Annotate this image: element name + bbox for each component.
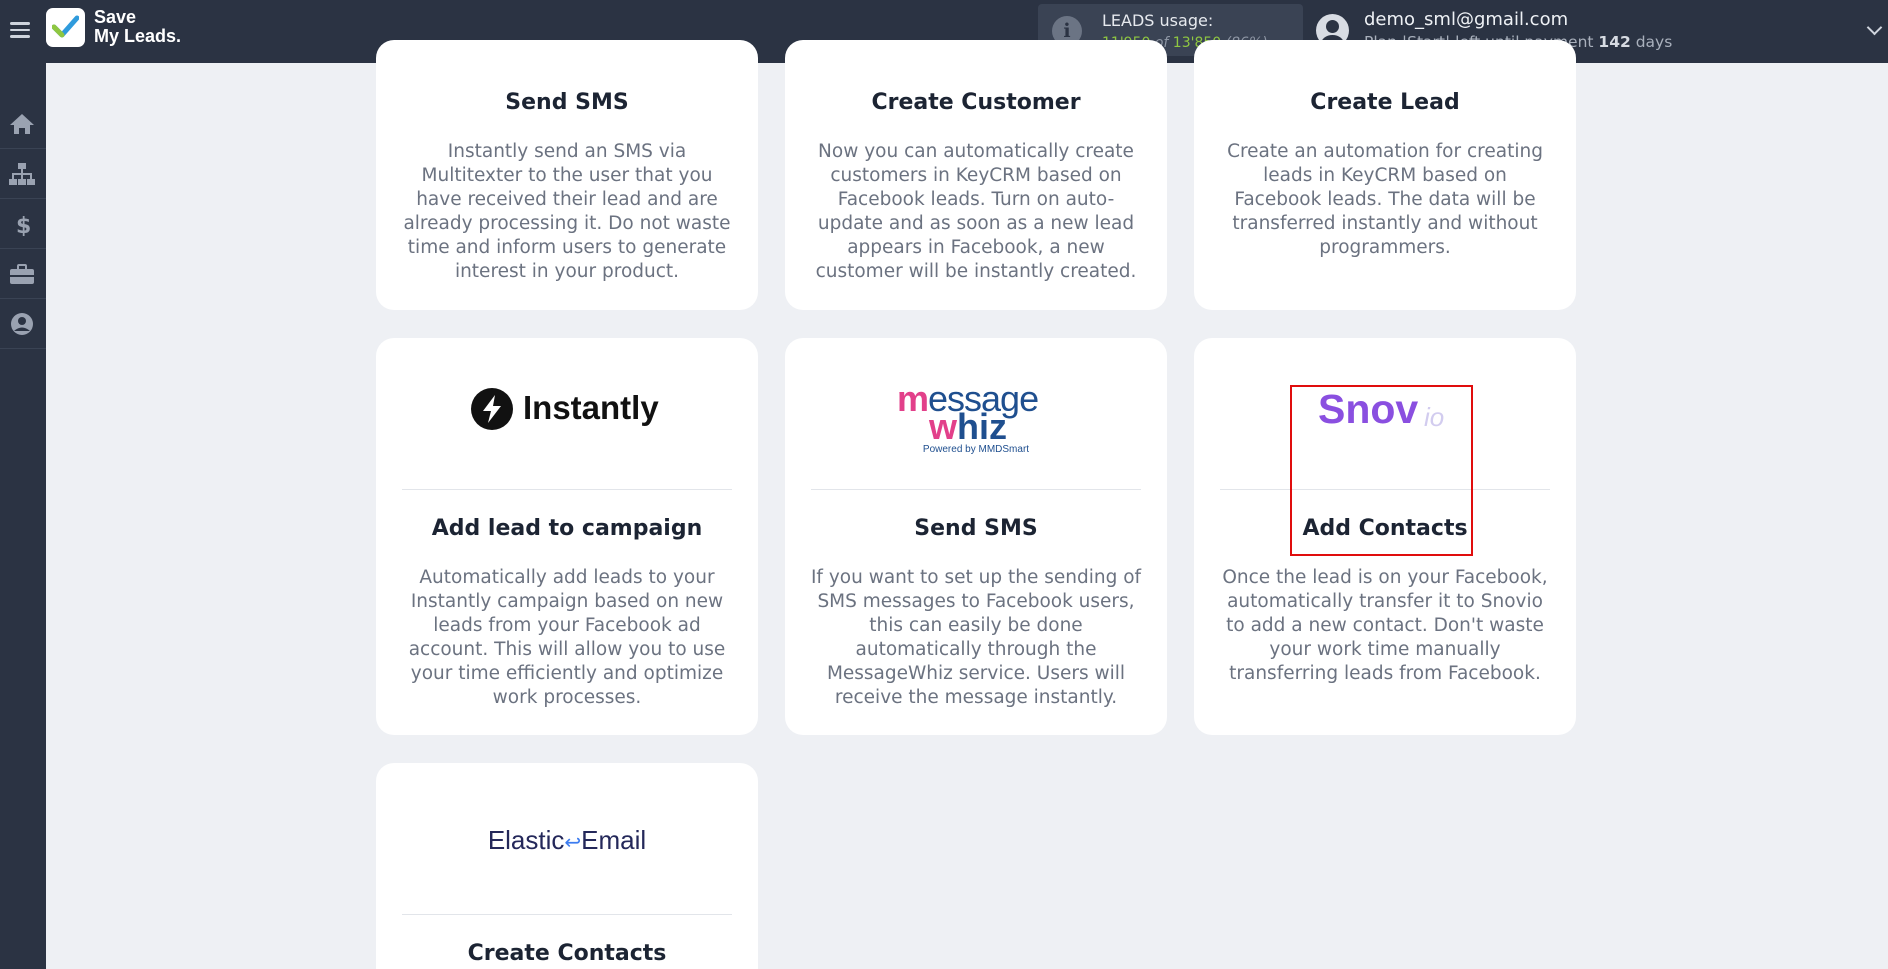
card-description: If you want to set up the sending of SMS… xyxy=(810,567,1142,708)
card-title: Create Contacts xyxy=(467,941,667,966)
sidebar-item-connections[interactable] xyxy=(0,149,46,199)
chevron-down-icon[interactable] xyxy=(1866,19,1883,36)
card-add-lead-to-campaign[interactable]: Instantly Add lead to campaign Automatic… xyxy=(376,338,758,735)
link-arrow-icon: ↩ xyxy=(564,832,582,854)
logo-m: m xyxy=(897,378,929,419)
card-divider xyxy=(402,489,732,490)
sidebar: $ xyxy=(0,63,46,969)
card-divider xyxy=(1220,489,1550,490)
dollar-icon: $ xyxy=(16,214,31,236)
card-create-lead[interactable]: Create Lead Create an automation for cre… xyxy=(1194,40,1576,310)
card-title: Add Contacts xyxy=(1302,516,1468,541)
card-title: Create Customer xyxy=(871,90,1081,115)
user-circle-icon xyxy=(11,313,33,335)
plan-days: 142 xyxy=(1598,33,1631,51)
logo-w: w xyxy=(929,406,958,447)
user-email[interactable]: demo_sml@gmail.com xyxy=(1364,9,1568,30)
card-create-customer[interactable]: Create Customer Now you can automaticall… xyxy=(785,40,1167,310)
logo-text[interactable]: Save My Leads. xyxy=(94,8,181,46)
card-title: Send SMS xyxy=(914,516,1038,541)
card-create-contacts-elastic-email[interactable]: Elastic↩Email Create Contacts xyxy=(376,763,758,969)
sitemap-icon xyxy=(9,163,35,185)
card-divider xyxy=(402,914,732,915)
sidebar-item-home[interactable] xyxy=(0,99,46,149)
card-send-sms-multitexter[interactable]: Send SMS Instantly send an SMS via Multi… xyxy=(376,40,758,310)
logo-line2: My Leads. xyxy=(94,26,182,46)
card-description: Once the lead is on your Facebook, autom… xyxy=(1222,567,1548,684)
elastic-logo-right: Email xyxy=(581,825,647,855)
card-add-contacts-snovio[interactable]: Snov io Add Contacts Once the lead is on… xyxy=(1194,338,1576,735)
svg-text:$: $ xyxy=(16,214,31,236)
logo-line1: Save xyxy=(94,7,137,27)
sidebar-item-tools[interactable] xyxy=(0,249,46,299)
elastic-logo-left: Elastic xyxy=(487,825,565,855)
card-description: Now you can automatically create custome… xyxy=(815,141,1137,282)
home-icon xyxy=(10,114,34,134)
usage-title: LEADS usage: xyxy=(1102,11,1214,30)
card-send-sms-messagewhiz[interactable]: message whiz Powered by MMDSmart Send SM… xyxy=(785,338,1167,735)
instantly-logo: Instantly xyxy=(376,384,758,434)
menu-icon[interactable] xyxy=(10,18,30,40)
elastic-email-logo: Elastic↩Email xyxy=(376,825,758,865)
logo-icon[interactable] xyxy=(46,8,85,47)
plan-days-suffix: days xyxy=(1635,33,1673,51)
card-title: Create Lead xyxy=(1310,90,1460,115)
messagewhiz-logo: message whiz Powered by MMDSmart xyxy=(785,372,1167,455)
logo-hiz: hiz xyxy=(957,406,1008,447)
sidebar-item-account[interactable] xyxy=(0,299,46,349)
instantly-logo-text: Instantly xyxy=(523,389,659,426)
card-description: Automatically add leads to your Instantl… xyxy=(408,567,726,708)
lightning-icon xyxy=(471,388,513,430)
snovio-logo-main: Snov xyxy=(1318,386,1419,432)
card-title: Add lead to campaign xyxy=(431,516,703,541)
card-title: Send SMS xyxy=(505,90,629,115)
briefcase-icon xyxy=(10,264,34,284)
snovio-logo-suffix: io xyxy=(1424,402,1445,432)
sidebar-item-billing[interactable]: $ xyxy=(0,199,46,249)
card-description: Instantly send an SMS via Multitexter to… xyxy=(403,141,731,282)
card-divider xyxy=(811,489,1141,490)
logo-powered-by: Powered by MMDSmart xyxy=(922,444,1030,455)
card-description: Create an automation for creating leads … xyxy=(1227,141,1543,258)
snovio-logo: Snov io xyxy=(1194,386,1576,436)
